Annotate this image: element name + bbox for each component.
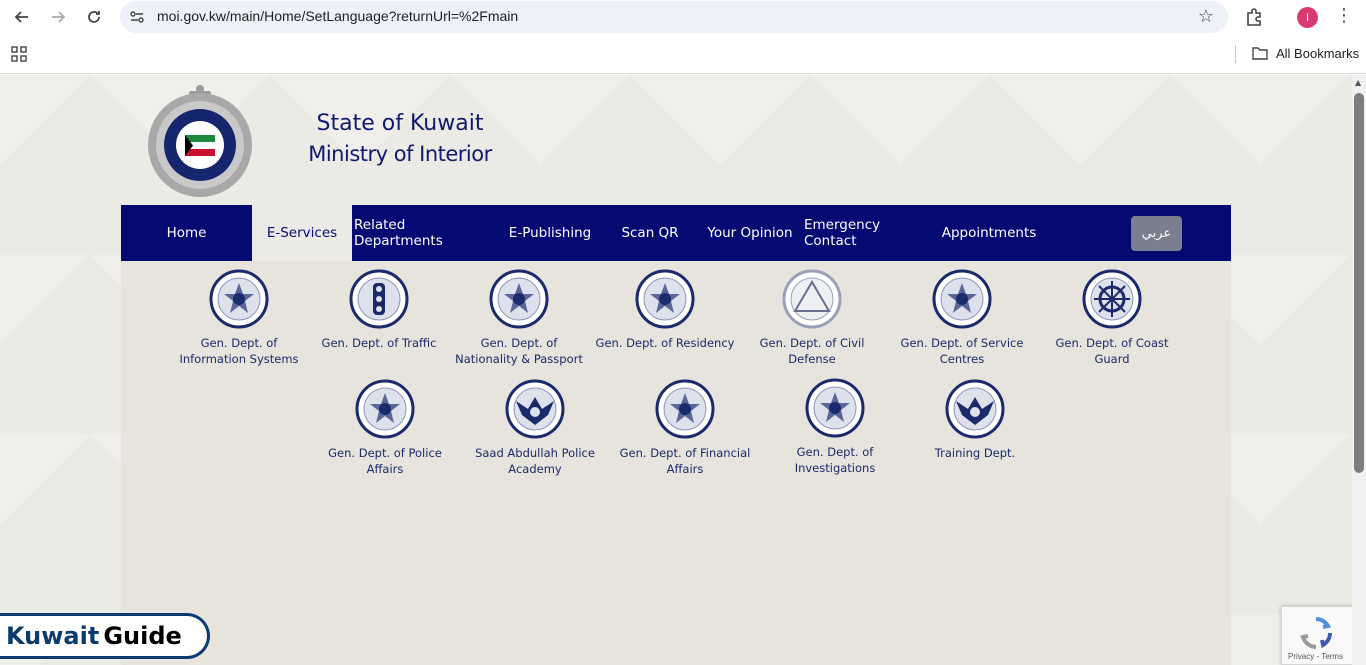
service-label: Gen. Dept. of Coast Guard <box>1055 336 1169 366</box>
nav-emergency-contact[interactable]: Emergency Contact <box>804 205 932 261</box>
service-service-centres[interactable]: Gen. Dept. of Service Centres <box>892 269 1032 367</box>
main-navbar: Home E-Services Related Departments E-Pu… <box>121 205 1231 261</box>
bookmarks-bar: All Bookmarks <box>0 34 1366 74</box>
kuwait-guide-watermark: Kuwait Guide <box>0 613 210 659</box>
e-services-dropdown: Gen. Dept. of Information Systems Gen. D… <box>121 261 1231 665</box>
bookmarks-divider <box>1235 45 1236 63</box>
nav-home[interactable]: Home <box>121 205 252 261</box>
kuwait-police-logo[interactable] <box>145 81 255 199</box>
nav-scan-qr[interactable]: Scan QR <box>612 205 688 261</box>
recaptcha-badge[interactable]: Privacy - Terms <box>1281 606 1352 665</box>
service-label: Gen. Dept. of Police Affairs <box>328 446 442 476</box>
service-label: Gen. Dept. of Service Centres <box>900 336 1024 366</box>
nav-e-publishing[interactable]: E-Publishing <box>502 205 598 261</box>
title-ministry: Ministry of Interior <box>308 142 492 166</box>
wheel-emblem-icon <box>1082 269 1142 329</box>
apps-icon[interactable] <box>11 46 27 62</box>
browser-toolbar: moi.gov.kw/main/Home/SetLanguage?returnU… <box>0 0 1366 34</box>
folder-icon[interactable] <box>1252 46 1268 60</box>
service-training[interactable]: Training Dept. <box>905 379 1045 461</box>
star-emblem-icon <box>209 269 269 329</box>
scrollbar-thumb[interactable] <box>1354 93 1364 473</box>
nav-appointments[interactable]: Appointments <box>938 205 1040 261</box>
service-investigations[interactable]: Gen. Dept. of Investigations <box>765 378 905 476</box>
watermark-part2: Guide <box>103 622 182 650</box>
star-emblem-icon <box>805 378 865 438</box>
service-coast-guard[interactable]: Gen. Dept. of Coast Guard <box>1042 269 1182 367</box>
traffic-emblem-icon <box>349 269 409 329</box>
service-civil-defense[interactable]: Gen. Dept. of Civil Defense <box>742 269 882 367</box>
all-bookmarks-link[interactable]: All Bookmarks <box>1276 46 1359 61</box>
service-police-academy[interactable]: Saad Abdullah Police Academy <box>465 379 605 477</box>
service-financial-affairs[interactable]: Gen. Dept. of Financial Affairs <box>615 379 755 477</box>
service-information-systems[interactable]: Gen. Dept. of Information Systems <box>169 269 309 367</box>
service-traffic[interactable]: Gen. Dept. of Traffic <box>309 269 449 351</box>
star-emblem-icon <box>355 379 415 439</box>
service-label: Gen. Dept. of Information Systems <box>179 336 299 366</box>
service-label: Gen. Dept. of Investigations <box>794 445 876 475</box>
reload-icon[interactable] <box>82 5 106 29</box>
url-text[interactable]: moi.gov.kw/main/Home/SetLanguage?returnU… <box>157 8 518 24</box>
nav-related-departments[interactable]: Related Departments <box>354 205 498 261</box>
back-icon[interactable] <box>10 5 34 29</box>
triangle-emblem-icon <box>782 269 842 329</box>
service-label: Gen. Dept. of Financial Affairs <box>619 446 751 476</box>
service-police-affairs[interactable]: Gen. Dept. of Police Affairs <box>315 379 455 477</box>
scroll-up-arrow-icon[interactable]: ▲ <box>1355 78 1361 87</box>
star-emblem-icon <box>489 269 549 329</box>
eagle-emblem-icon <box>945 379 1005 439</box>
forward-icon[interactable] <box>46 5 70 29</box>
star-emblem-icon <box>932 269 992 329</box>
watermark-part1: Kuwait <box>6 622 100 650</box>
star-emblem-icon <box>635 269 695 329</box>
star-icon[interactable]: ☆ <box>1198 6 1214 27</box>
recaptcha-links[interactable]: Privacy - Terms <box>1288 652 1343 661</box>
more-icon[interactable]: ⋮ <box>1335 5 1353 26</box>
service-label: Training Dept. <box>934 446 1016 460</box>
recaptcha-icon <box>1300 617 1332 649</box>
service-residency[interactable]: Gen. Dept. of Residency <box>595 269 735 351</box>
nav-your-opinion[interactable]: Your Opinion <box>700 205 800 261</box>
title-state: State of Kuwait <box>316 111 484 136</box>
page-viewport: State of Kuwait Ministry of Interior Hom… <box>0 75 1352 665</box>
language-toggle-button[interactable]: عربي <box>1131 216 1182 251</box>
site-info-icon[interactable] <box>129 9 145 25</box>
star-emblem-icon <box>655 379 715 439</box>
eagle-emblem-icon <box>505 379 565 439</box>
service-label: Gen. Dept. of Residency <box>595 336 735 350</box>
site-title: State of Kuwait Ministry of Interior <box>300 109 500 169</box>
extensions-icon[interactable] <box>1244 6 1266 28</box>
address-bar[interactable]: moi.gov.kw/main/Home/SetLanguage?returnU… <box>120 1 1228 33</box>
service-label: Saad Abdullah Police Academy <box>475 446 595 476</box>
nav-e-services[interactable]: E-Services <box>252 205 352 261</box>
service-label: Gen. Dept. of Civil Defense <box>759 336 865 366</box>
service-label: Gen. Dept. of Nationality & Passport <box>455 336 583 366</box>
profile-avatar[interactable]: I <box>1297 7 1318 28</box>
service-label: Gen. Dept. of Traffic <box>321 336 437 350</box>
service-nationality-passport[interactable]: Gen. Dept. of Nationality & Passport <box>449 269 589 367</box>
page-scrollbar[interactable]: ▲ <box>1352 75 1366 665</box>
